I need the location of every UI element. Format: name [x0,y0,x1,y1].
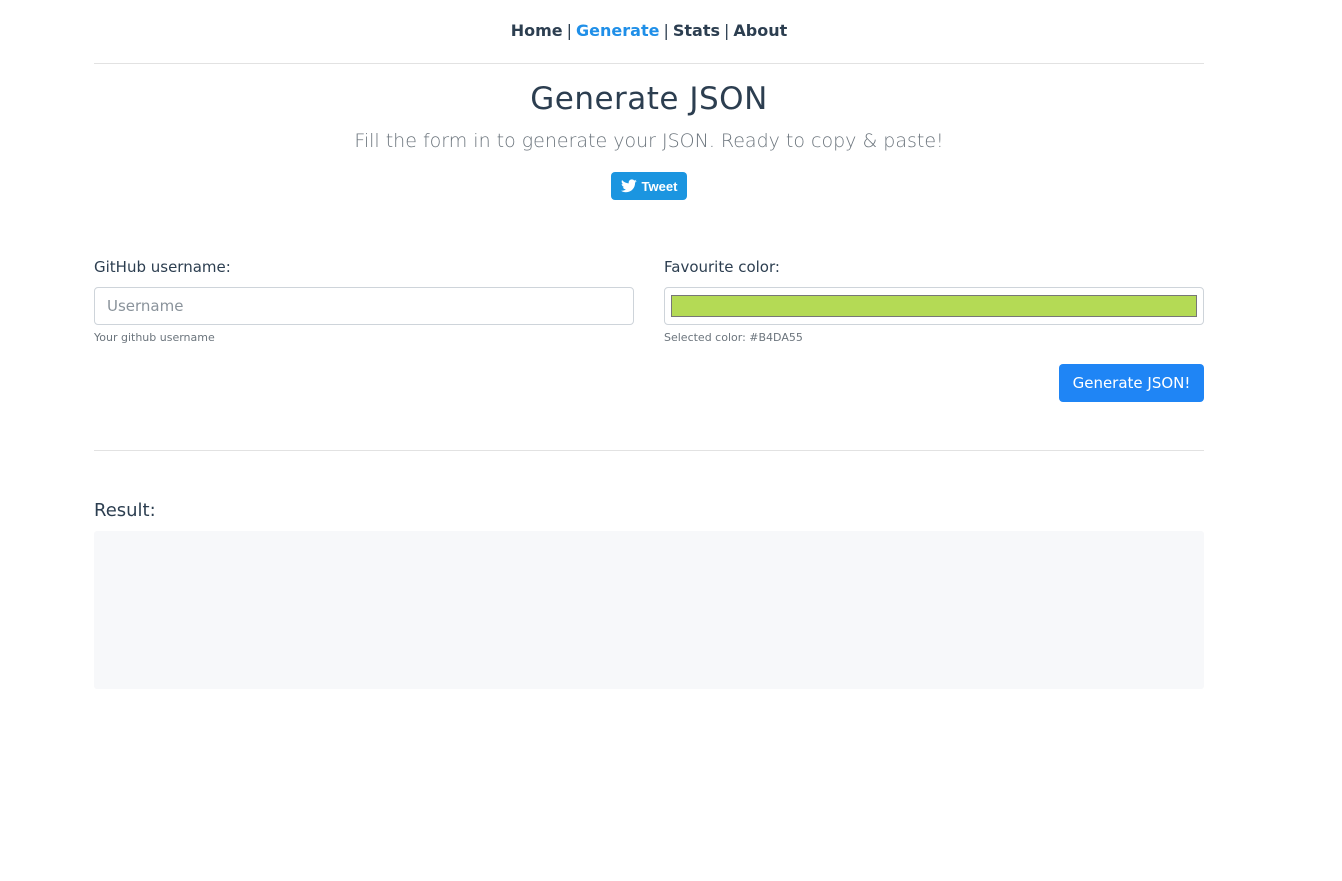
twitter-bird-icon [620,179,637,193]
nav-separator: | [663,21,669,40]
generate-json-button[interactable]: Generate JSON! [1059,364,1204,402]
color-swatch [671,295,1197,317]
tweet-button[interactable]: Tweet [611,172,687,200]
username-help-text: Your github username [94,331,215,344]
nav-home-link[interactable]: Home [511,21,563,40]
nav-about-link[interactable]: About [733,21,787,40]
nav-separator: | [723,21,730,40]
tweet-label: Tweet [641,178,678,194]
username-input[interactable] [94,287,634,325]
nav-generate-link[interactable]: Generate [576,21,659,40]
nav-stats-link[interactable]: Stats [673,21,720,40]
color-label: Favourite color: [664,258,780,276]
page-subtitle: Fill the form in to generate your JSON. … [354,130,944,152]
section-divider [94,450,1204,451]
color-picker-input[interactable] [664,287,1204,325]
nav-separator: | [566,21,573,40]
header-divider [94,63,1204,64]
top-nav: Home | Generate | Stats | About [94,19,1204,43]
result-output[interactable] [94,531,1204,689]
username-label: GitHub username: [94,258,231,276]
color-help-text: Selected color: #B4DA55 [664,331,803,344]
result-label: Result: [94,500,156,521]
page-title: Generate JSON [530,81,768,117]
